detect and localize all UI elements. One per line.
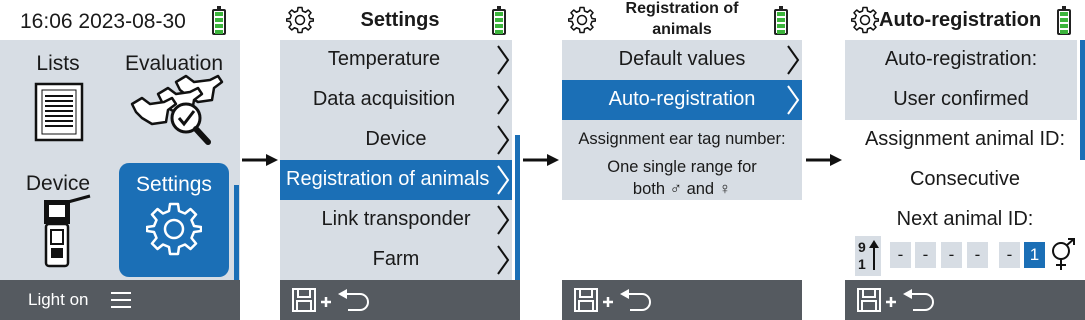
battery-icon [492,6,506,35]
menu-item-label: Device [365,128,427,150]
animal-id-digit[interactable]: - [890,242,911,268]
tile-settings[interactable]: Settings [119,163,229,277]
auto-registration-value: User confirmed [893,88,1029,110]
tile-evaluation[interactable]: Evaluation [116,42,232,154]
cattle-checkmark-icon [130,74,224,145]
save-and-back-icon[interactable] [574,288,654,314]
footer-bar [280,280,520,320]
info-value-line1: One single range for [607,158,757,176]
menu-item-label: Auto-registration [608,88,756,110]
clock-datetime: 16:06 2023-08-30 [20,10,186,33]
page-title-line1: Registration of [625,0,739,17]
main-menu-screen: 16:06 2023-08-30 Lists Evaluation Device… [0,0,240,320]
chevron-right-icon [497,205,510,235]
battery-icon [1057,6,1071,35]
flow-arrow-icon [242,154,278,166]
settings-screen: Settings Temperature Data acquisition De… [280,0,520,320]
info-value-line2: both ♂ and ♀ [632,180,732,198]
auto-registration-screen: Auto-registration Auto-registration: Use… [845,0,1085,320]
menu-item-temperature[interactable]: Temperature [280,40,512,80]
hamburger-menu-icon[interactable] [110,291,132,309]
page-title: Settings [360,9,440,31]
registration-of-animals-screen: Registration of animals Default values A… [562,0,802,320]
animal-id-digit[interactable]: - [941,242,962,268]
scrollbar[interactable] [1080,40,1085,160]
gear-icon [146,202,202,256]
menu-item-label: Data acquisition [312,88,456,110]
header-bar: Settings [280,0,520,40]
tile-settings-label: Settings [136,173,212,196]
menu-item-registration-of-animals[interactable]: Registration of animals [280,160,512,200]
assignment-animal-id-label: Assignment animal ID: [864,128,1066,150]
battery-icon [212,6,226,35]
menu-item-label: Farm [372,248,420,270]
battery-icon [774,6,788,35]
chevron-right-icon [787,85,800,115]
chevron-right-icon [497,125,510,155]
footer-bar [562,280,802,320]
menu-item-auto-registration[interactable]: Auto-registration [562,80,802,120]
flow-arrow-icon [523,154,559,166]
info-assignment-label: Assignment ear tag number: [578,130,786,148]
menu-item-farm[interactable]: Farm [280,240,512,280]
gear-icon [851,6,879,34]
chevron-right-icon [787,45,800,75]
footer-bar [845,280,1085,320]
menu-item-link-transponder[interactable]: Link transponder [280,200,512,240]
chevron-right-icon [497,245,510,275]
header-bar: Registration of animals [562,0,802,40]
menu-item-device[interactable]: Device [280,120,512,160]
chevron-right-icon [497,45,510,75]
menu-item-data-acquisition[interactable]: Data acquisition [280,80,512,120]
footer-bar: Light on [0,280,240,320]
info-box: Assignment ear tag number: One single ra… [562,120,802,200]
tile-evaluation-label: Evaluation [124,52,224,75]
sort-numeric-icon[interactable]: 9 1 [855,236,881,276]
header-bar: Auto-registration [845,0,1085,40]
tile-device[interactable]: Device [4,162,112,278]
assignment-animal-id-value[interactable]: Consecutive [845,168,1085,191]
scrollbar[interactable] [515,135,520,280]
light-on-label[interactable]: Light on [28,290,89,310]
animal-id-digit[interactable]: - [967,242,988,268]
menu-item-label: Default values [618,48,746,70]
menu-item-default-values[interactable]: Default values [562,40,802,80]
chevron-right-icon [497,85,510,115]
chevron-right-icon [497,165,510,195]
animal-id-digit[interactable]: - [999,242,1020,268]
page-title: Auto-registration [879,9,1042,31]
list-document-icon [34,82,84,142]
auto-registration-label: Auto-registration: [884,48,1038,70]
tile-lists-label: Lists [36,52,80,75]
handheld-device-icon [44,194,91,268]
menu-item-label: Link transponder [321,208,471,230]
save-and-back-icon[interactable] [857,288,937,314]
tile-lists[interactable]: Lists [4,42,112,154]
gender-symbol-icon[interactable] [1049,238,1077,272]
animal-id-digit[interactable]: - [915,242,936,268]
page-title-line2: animals [652,21,712,38]
status-bar: 16:06 2023-08-30 [0,0,240,40]
auto-registration-field[interactable]: Auto-registration: User confirmed [845,40,1077,120]
next-animal-id-label: Next animal ID: [896,208,1034,230]
menu-item-label: Registration of animals [286,168,490,190]
animal-id-digit-active[interactable]: 1 [1024,242,1045,268]
save-and-back-icon[interactable] [292,288,372,314]
scrollbar[interactable] [234,185,239,280]
menu-item-label: Temperature [327,48,441,70]
flow-arrow-icon [806,154,842,166]
